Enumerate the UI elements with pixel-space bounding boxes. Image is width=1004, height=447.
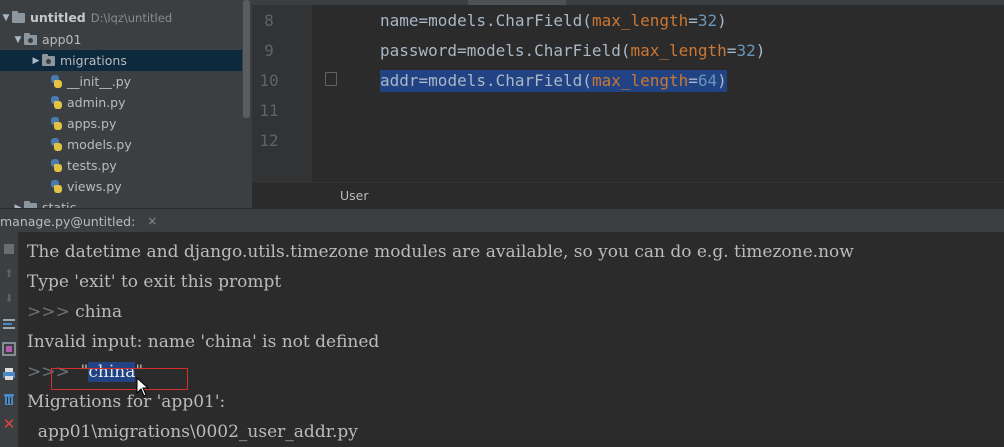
tree-scrollbar[interactable]: [243, 0, 250, 118]
prompt-symbol: >>>: [27, 302, 70, 322]
folder-icon: [12, 10, 25, 23]
python-file-icon: [50, 180, 62, 193]
tree-item-label: untitled: [30, 10, 86, 25]
console-line: Migrations for 'app01':: [27, 392, 226, 412]
code-line: name=models.CharField(max_length=32): [380, 11, 727, 30]
highlight-box: [51, 368, 188, 390]
active-tab[interactable]: [468, 0, 566, 5]
folder-icon: [24, 32, 37, 45]
tree-item-file[interactable]: tests.py: [0, 155, 242, 176]
tree-item-file[interactable]: views.py: [0, 176, 242, 197]
breadcrumb: User: [252, 182, 1004, 208]
breadcrumb-item[interactable]: User: [340, 188, 369, 203]
console-input-line: >>> china: [27, 302, 122, 322]
close-icon[interactable]: ×: [147, 214, 157, 228]
console-tab-label: manage.py@untitled:: [0, 213, 136, 229]
tree-item-label: models.py: [67, 137, 132, 152]
code-line-selected: addr=models.CharField(max_length=64): [380, 70, 727, 92]
tree-item-label: app01: [42, 32, 82, 47]
tree-item-label: static: [42, 200, 77, 208]
line-number: 8: [264, 11, 274, 30]
tree-item-label: __init__.py: [67, 74, 132, 89]
python-file-icon: [50, 117, 62, 130]
console-input: china: [69, 302, 123, 322]
tree-item-static[interactable]: ▶ static: [0, 197, 242, 208]
up-arrow-icon[interactable]: ⬆: [2, 267, 16, 281]
console-tab-bar: manage.py@untitled: ×: [0, 208, 1004, 232]
tree-item-file[interactable]: apps.py: [0, 113, 242, 134]
tree-item-migrations[interactable]: ▶ migrations: [0, 50, 242, 71]
tree-item-untitled[interactable]: ▼ untitled D:\lqz\untitled: [0, 7, 242, 28]
tree-item-file[interactable]: admin.py: [0, 92, 242, 113]
project-tree: ▼ untitled D:\lqz\untitled ▼ app01 ▶ mig…: [0, 0, 252, 208]
python-file-icon: [50, 159, 62, 172]
line-number: 12: [259, 131, 279, 150]
scroll-end-icon[interactable]: [2, 342, 16, 356]
mouse-cursor-icon: [136, 377, 150, 397]
console-tab[interactable]: manage.py@untitled: ×: [0, 209, 157, 233]
tree-item-file[interactable]: __init__.py: [0, 71, 242, 92]
down-arrow-icon[interactable]: ⬇: [2, 292, 16, 306]
tree-item-label: migrations: [60, 53, 127, 68]
console-output[interactable]: The datetime and django.utils.timezone m…: [18, 232, 1004, 447]
tree-item-path: D:\lqz\untitled: [90, 10, 173, 25]
console-line: The datetime and django.utils.timezone m…: [27, 242, 854, 262]
tree-item-app01[interactable]: ▼ app01: [0, 29, 242, 50]
folder-icon: [42, 53, 55, 66]
line-number: 11: [259, 101, 279, 120]
line-number: 9: [264, 41, 274, 60]
tree-item-label: admin.py: [67, 95, 126, 110]
trash-icon[interactable]: [2, 392, 16, 406]
tree-item-label: apps.py: [67, 116, 117, 131]
chevron-down-icon[interactable]: ▼: [0, 13, 12, 23]
python-file-icon: [50, 75, 62, 88]
code-line: password=models.CharField(max_length=32): [380, 41, 766, 60]
python-file-icon: [50, 138, 62, 151]
print-icon[interactable]: [2, 367, 16, 381]
editor-tab-strip[interactable]: [252, 0, 1004, 5]
chevron-down-icon[interactable]: ▼: [12, 35, 24, 45]
console-line: Invalid input: name 'china' is not defin…: [27, 332, 380, 352]
tree-item-label: views.py: [67, 179, 122, 194]
tree-item-label: tests.py: [67, 158, 117, 173]
close-icon[interactable]: ✕: [2, 417, 16, 432]
tree-item-file[interactable]: models.py: [0, 134, 242, 155]
console-line: app01\migrations\0002_user_addr.py: [27, 422, 358, 442]
line-number: 10: [259, 71, 279, 90]
soft-wrap-icon[interactable]: [2, 317, 16, 331]
fold-marker-icon[interactable]: [325, 72, 337, 86]
console-toolbar: ⬆ ⬇ ✕: [0, 232, 18, 447]
python-file-icon: [50, 96, 62, 109]
console-stop-icon[interactable]: [2, 242, 16, 256]
code-editor[interactable]: 8 9 10 11 12 name=models.CharField(max_l…: [252, 0, 1004, 182]
console-line: Type 'exit' to exit this prompt: [27, 272, 282, 292]
line-number-gutter: [252, 5, 312, 182]
chevron-right-icon[interactable]: ▶: [30, 56, 42, 66]
